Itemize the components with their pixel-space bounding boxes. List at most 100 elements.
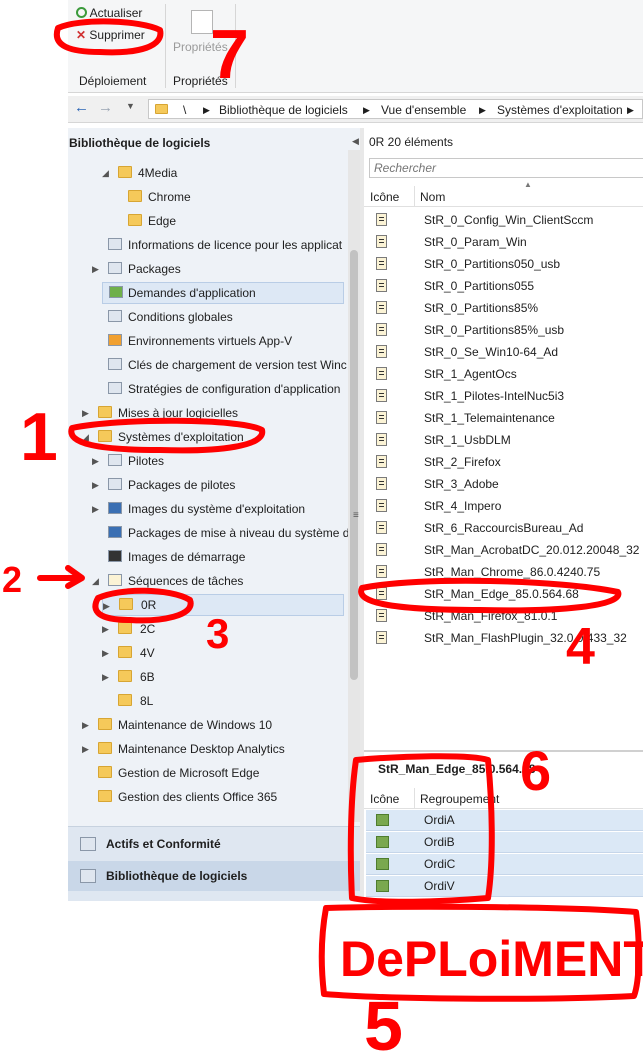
folder-icon — [98, 790, 112, 802]
properties-button[interactable]: Propriétés — [173, 10, 228, 54]
col-header-icon[interactable]: Icône — [370, 792, 399, 806]
table-row[interactable]: StR_Man_Edge_85.0.564.68 — [364, 583, 643, 605]
deployment-row[interactable]: OrdiC — [366, 854, 643, 875]
annotation-number-5: 5 — [364, 987, 403, 1052]
collapse-pane-icon[interactable]: ◀ — [352, 136, 359, 147]
table-row[interactable]: StR_Man_Firefox_81.0.1 — [364, 605, 643, 627]
tree-item-8l[interactable]: 8L — [68, 690, 348, 712]
folder-icon — [118, 670, 132, 682]
tree-item-drivers[interactable]: ▶ Pilotes — [68, 450, 348, 472]
tree-item-os-images[interactable]: ▶ Images du système d'exploitation — [68, 498, 348, 520]
refresh-button[interactable]: Actualiser — [76, 6, 142, 20]
table-row[interactable]: StR_Man_Chrome_86.0.4240.75 — [364, 561, 643, 583]
table-row[interactable]: StR_1_UsbDLM — [364, 429, 643, 451]
policy-icon — [108, 382, 122, 394]
tree-item-boot-images[interactable]: Images de démarrage — [68, 546, 348, 568]
forward-arrow-icon[interactable]: → — [98, 99, 113, 116]
table-row[interactable]: StR_2_Firefox — [364, 451, 643, 473]
package-icon — [108, 478, 122, 490]
history-dropdown-icon[interactable]: ▼ — [126, 101, 135, 111]
license-icon — [108, 238, 122, 250]
table-row[interactable]: StR_1_Pilotes-IntelNuc5i3 — [364, 385, 643, 407]
appv-icon — [108, 334, 122, 346]
tree-item-task-sequences[interactable]: ◢ Séquences de tâches — [68, 570, 348, 592]
table-row[interactable]: StR_Man_AcrobatDC_20.012.20048_32 — [364, 539, 643, 561]
os-image-icon — [108, 502, 122, 514]
table-row[interactable]: StR_0_Partitions85% — [364, 297, 643, 319]
tree-item-office365-clients[interactable]: Gestion des clients Office 365 — [68, 786, 348, 808]
folder-icon — [98, 430, 112, 442]
tree-item-software-updates[interactable]: ▶ Mises à jour logicielles — [68, 402, 348, 424]
deployment-row[interactable]: OrdiV — [366, 876, 643, 897]
detail-title: StR_Man_Edge_85.0.564.68 — [378, 762, 536, 776]
delete-icon: ✕ — [76, 28, 87, 42]
deployment-row[interactable]: OrdiB — [366, 832, 643, 853]
breadcrumb-item[interactable]: Vue d'ensemble — [381, 103, 466, 117]
task-sequence-icon — [376, 477, 387, 490]
breadcrumb[interactable]: \ ▶ Bibliothèque de logiciels ▶ Vue d'en… — [148, 99, 643, 119]
table-row[interactable]: StR_0_Param_Win — [364, 231, 643, 253]
tree-item-packages[interactable]: ▶ Packages — [68, 258, 348, 280]
tree-item-chrome[interactable]: Chrome — [68, 186, 348, 208]
table-row[interactable]: StR_0_Partitions85%_usb — [364, 319, 643, 341]
table-row[interactable]: StR_0_Partitions055 — [364, 275, 643, 297]
task-sequence-icon — [376, 565, 387, 578]
tree-item-4v[interactable]: ▶ 4V — [68, 642, 348, 664]
search-input[interactable] — [369, 158, 643, 178]
row-name: StR_0_Partitions85%_usb — [424, 323, 565, 337]
col-header-group[interactable]: Regroupement — [420, 792, 499, 806]
folder-icon — [98, 718, 112, 730]
workspace-software-library[interactable]: Bibliothèque de logiciels — [68, 861, 360, 891]
annotation-deploiement: DePLoiMENT — [340, 931, 643, 987]
tree-item-os-upgrade-packages[interactable]: Packages de mise à niveau du système d — [68, 522, 349, 544]
tree-item-sideloading-keys[interactable]: Clés de chargement de version test Winc — [68, 354, 348, 376]
table-row[interactable]: StR_0_Config_Win_ClientSccm — [364, 209, 643, 231]
back-arrow-icon[interactable]: ← — [74, 99, 89, 116]
workspace-assets-compliance[interactable]: Actifs et Conformité — [68, 829, 360, 859]
tree-item-edge-management[interactable]: Gestion de Microsoft Edge — [68, 762, 348, 784]
tree-item-0r[interactable]: ▶ 0R — [102, 594, 344, 616]
row-name: StR_1_AgentOcs — [424, 367, 517, 381]
tree-item-edge[interactable]: Edge — [68, 210, 348, 232]
col-header-icon[interactable]: Icône — [370, 190, 399, 204]
table-row[interactable]: StR_4_Impero — [364, 495, 643, 517]
deployment-icon — [376, 814, 389, 826]
tree-item-operating-systems[interactable]: ◢ Systèmes d'exploitation — [68, 426, 348, 448]
detail-splitter[interactable] — [364, 750, 643, 752]
table-row[interactable]: StR_0_Se_Win10-64_Ad — [364, 341, 643, 363]
scroll-thumb[interactable] — [350, 250, 358, 680]
row-name: StR_0_Param_Win — [424, 235, 527, 249]
tree-item-app-requests[interactable]: Demandes d'application — [102, 282, 344, 304]
tree-item-global-conditions[interactable]: Conditions globales — [68, 306, 348, 328]
task-sequence-icon — [376, 433, 387, 446]
tree-item-windows10-servicing[interactable]: ▶ Maintenance de Windows 10 — [68, 714, 348, 736]
key-icon — [108, 358, 122, 370]
task-sequence-icon — [376, 367, 387, 380]
breadcrumb-item[interactable]: Bibliothèque de logiciels — [219, 103, 348, 117]
delete-button[interactable]: ✕ Supprimer — [76, 28, 145, 42]
tree-item-6b[interactable]: ▶ 6B — [68, 666, 348, 688]
table-row[interactable]: StR_6_RaccourcisBureau_Ad — [364, 517, 643, 539]
tree-item-desktop-analytics[interactable]: ▶ Maintenance Desktop Analytics — [68, 738, 348, 760]
table-row[interactable]: StR_1_Telemaintenance — [364, 407, 643, 429]
nav-scrollbar[interactable] — [348, 150, 360, 822]
tree-item-appv-environments[interactable]: Environnements virtuels App-V — [68, 330, 348, 352]
breadcrumb-item[interactable]: Systèmes d'exploitation — [497, 103, 623, 117]
table-row[interactable]: StR_Man_FlashPlugin_32.0.0.433_32 — [364, 627, 643, 649]
tree-item-4media[interactable]: ◢ 4Media — [68, 162, 348, 184]
tree-item-driver-packages[interactable]: ▶ Packages de pilotes — [68, 474, 348, 496]
col-header-name[interactable]: Nom — [420, 190, 445, 204]
deployment-row[interactable]: OrdiA — [366, 810, 643, 831]
tree-item-2c[interactable]: ▶ 2C — [68, 618, 348, 640]
table-row[interactable]: StR_1_AgentOcs — [364, 363, 643, 385]
group-label-deployment: Déploiement — [79, 74, 147, 88]
table-row[interactable]: StR_3_Adobe — [364, 473, 643, 495]
table-row[interactable]: StR_0_Partitions050_usb — [364, 253, 643, 275]
deployment-icon — [376, 880, 389, 892]
deployment-collection: OrdiB — [424, 835, 455, 849]
group-label-properties: Propriétés — [173, 74, 228, 88]
tree-item-license-info[interactable]: Informations de licence pour les applica… — [68, 234, 348, 256]
row-name: StR_Man_Edge_85.0.564.68 — [424, 587, 579, 601]
task-sequence-icon — [376, 235, 387, 248]
tree-item-app-config-policies[interactable]: Stratégies de configuration d'applicatio… — [68, 378, 348, 400]
